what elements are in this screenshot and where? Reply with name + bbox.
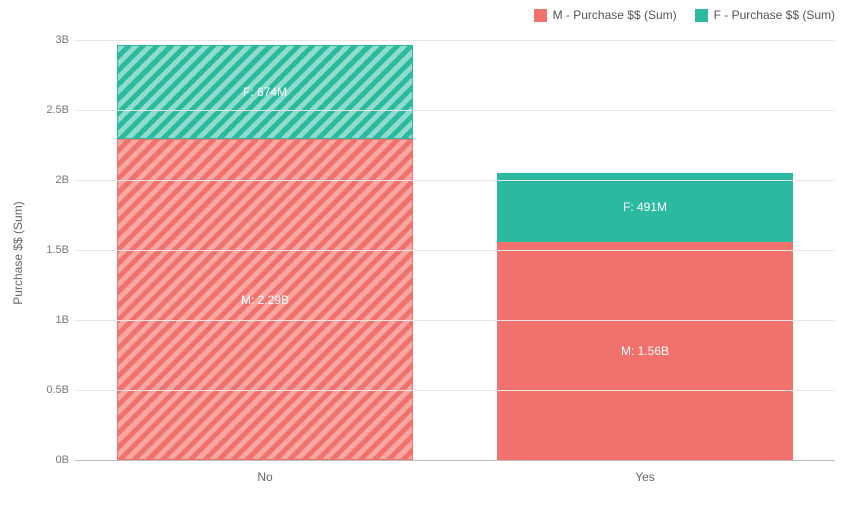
bar-value-label: F: 674M [243, 85, 287, 99]
bar-segment[interactable]: M: 1.56B [497, 242, 793, 460]
y-tick-label: 2B [35, 174, 69, 186]
chart-card: M - Purchase $$ (Sum) F - Purchase $$ (S… [0, 0, 855, 506]
gridline [75, 390, 835, 391]
legend-label-m: M - Purchase $$ (Sum) [553, 8, 677, 22]
y-tick-label: 0.5B [35, 384, 69, 396]
bar-segment[interactable]: M: 2.29B [117, 139, 413, 460]
x-tick-label: No [75, 470, 455, 484]
legend-item-m[interactable]: M - Purchase $$ (Sum) [534, 8, 677, 22]
y-tick-label: 2.5B [35, 104, 69, 116]
legend-item-f[interactable]: F - Purchase $$ (Sum) [695, 8, 835, 22]
x-tick-label: Yes [455, 470, 835, 484]
bar-value-label: M: 1.56B [621, 344, 669, 358]
legend: M - Purchase $$ (Sum) F - Purchase $$ (S… [534, 8, 835, 22]
plot-area: M: 2.29BF: 674MM: 1.56BF: 491M 0B0.5B1B1… [75, 40, 835, 460]
y-tick-label: 1.5B [35, 244, 69, 256]
gridline [75, 460, 835, 461]
legend-swatch-m [534, 9, 547, 22]
y-tick-label: 3B [35, 34, 69, 46]
legend-swatch-f [695, 9, 708, 22]
bar-value-label: M: 2.29B [241, 293, 289, 307]
gridline [75, 180, 835, 181]
gridline [75, 40, 835, 41]
y-tick-label: 1B [35, 314, 69, 326]
bar-value-label: F: 491M [623, 200, 667, 214]
gridline [75, 320, 835, 321]
gridline [75, 110, 835, 111]
legend-label-f: F - Purchase $$ (Sum) [714, 8, 835, 22]
bar-segment[interactable]: F: 674M [117, 45, 413, 139]
bar-segment[interactable]: F: 491M [497, 173, 793, 242]
gridline [75, 250, 835, 251]
y-tick-label: 0B [35, 454, 69, 466]
y-axis-label: Purchase $$ (Sum) [11, 201, 25, 304]
